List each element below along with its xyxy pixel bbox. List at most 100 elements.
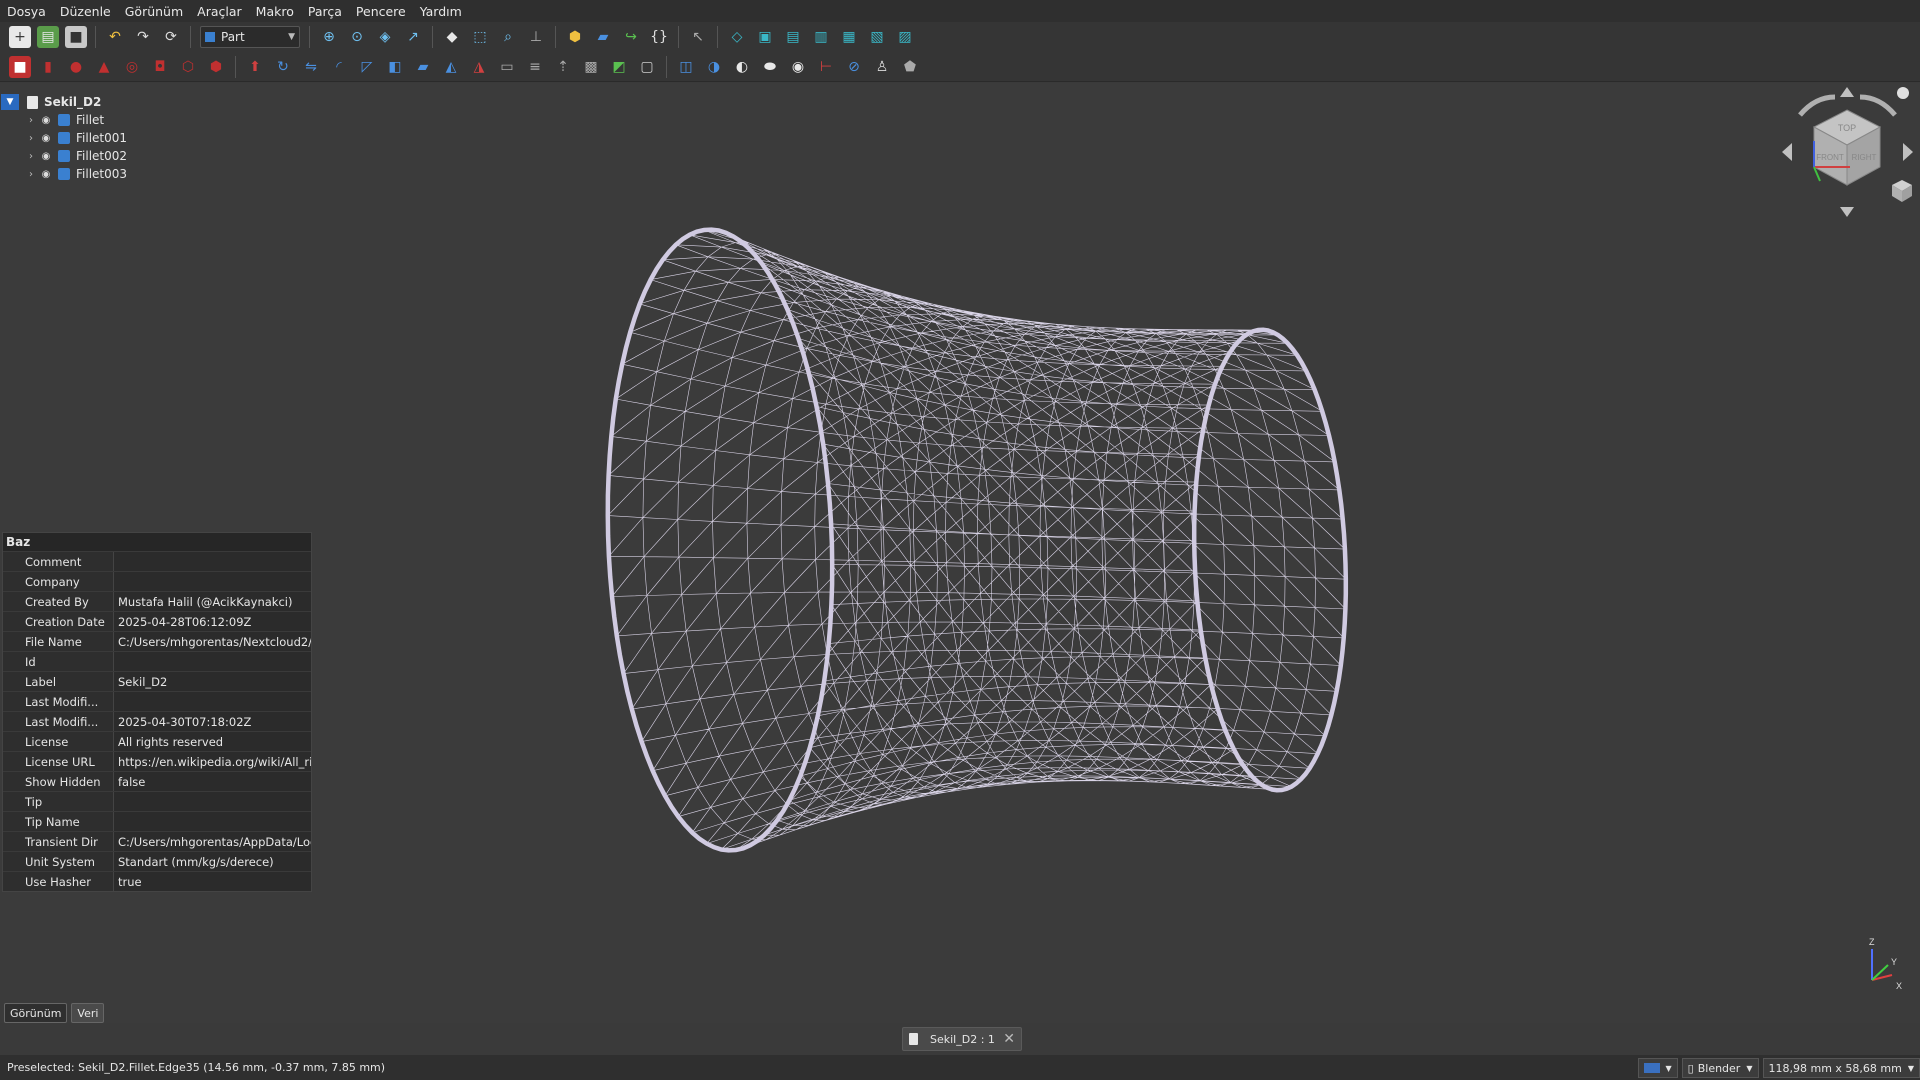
eye-icon[interactable]: ◉ bbox=[38, 169, 54, 180]
fillet-icon[interactable]: ◜ bbox=[328, 56, 350, 78]
property-value[interactable]: 2025-04-28T06:12:09Z bbox=[114, 612, 311, 631]
workbench-selector[interactable]: Part ▼ bbox=[200, 26, 300, 48]
view-bottom-icon[interactable]: ▧ bbox=[866, 26, 888, 48]
property-row[interactable]: Tip bbox=[3, 791, 311, 811]
fit-selection-icon[interactable]: ⊙ bbox=[346, 26, 368, 48]
eye-icon[interactable]: ◉ bbox=[38, 115, 54, 126]
dimension-readout[interactable]: 118,98 mm x 58,68 mm ▼ bbox=[1762, 1058, 1920, 1078]
chevron-right-icon[interactable]: › bbox=[24, 151, 38, 162]
property-value[interactable]: C:/Users/mhgorentas/Nextcloud2/F... bbox=[114, 632, 311, 651]
primitives-icon[interactable]: ⬡ bbox=[177, 56, 199, 78]
view-left-icon[interactable]: ▨ bbox=[894, 26, 916, 48]
tab-gorunum[interactable]: Görünüm bbox=[4, 1003, 68, 1023]
common-icon[interactable]: ◉ bbox=[787, 56, 809, 78]
make-face-icon[interactable]: ◧ bbox=[384, 56, 406, 78]
tube-icon[interactable]: ◘ bbox=[149, 56, 171, 78]
extrude-icon[interactable]: ⬆ bbox=[244, 56, 266, 78]
property-row[interactable]: Last Modifi... 2025-04-30T07:18:02Z bbox=[3, 711, 311, 731]
menu-araclar[interactable]: Araçlar bbox=[190, 4, 249, 19]
box-zoom-icon[interactable]: ⬚ bbox=[469, 26, 491, 48]
property-value[interactable] bbox=[114, 572, 311, 591]
property-row[interactable]: Company bbox=[3, 571, 311, 591]
property-row[interactable]: Created By Mustafa Halil (@AcikKaynakci) bbox=[3, 591, 311, 611]
view-rear-icon[interactable]: ▦ bbox=[838, 26, 860, 48]
tree-item[interactable]: › ◉ Fillet003 bbox=[0, 165, 310, 183]
sphere-icon[interactable]: ● bbox=[65, 56, 87, 78]
group-folder-icon[interactable]: ▰ bbox=[592, 26, 614, 48]
property-row[interactable]: Id bbox=[3, 651, 311, 671]
menu-pencere[interactable]: Pencere bbox=[349, 4, 413, 19]
property-row[interactable]: License URL https://en.wikipedia.org/wiki… bbox=[3, 751, 311, 771]
tab-veri[interactable]: Veri bbox=[71, 1003, 105, 1023]
boolean-icon[interactable]: ◑ bbox=[703, 56, 725, 78]
draw-style-icon[interactable]: ◈ bbox=[374, 26, 396, 48]
view-isometric-icon[interactable]: ◇ bbox=[726, 26, 748, 48]
property-value[interactable] bbox=[114, 692, 311, 711]
cut-icon[interactable]: ◐ bbox=[731, 56, 753, 78]
refresh-icon[interactable]: ⟳ bbox=[160, 26, 182, 48]
defeaturing-icon[interactable]: ⬟ bbox=[899, 56, 921, 78]
color-per-face-icon[interactable]: ▢ bbox=[636, 56, 658, 78]
chevron-right-icon[interactable]: › bbox=[24, 169, 38, 180]
property-value[interactable]: Standart (mm/kg/s/derece) bbox=[114, 852, 311, 871]
tree-item[interactable]: › ◉ Fillet002 bbox=[0, 147, 310, 165]
property-row[interactable]: Label Sekil_D2 bbox=[3, 671, 311, 691]
link-icon[interactable]: ↪ bbox=[620, 26, 642, 48]
property-row[interactable]: Creation Date 2025-04-28T06:12:09Z bbox=[3, 611, 311, 631]
property-value[interactable] bbox=[114, 652, 311, 671]
menu-yardim[interactable]: Yardım bbox=[413, 4, 469, 19]
property-row[interactable]: Show Hidden false bbox=[3, 771, 311, 791]
property-value[interactable]: Mustafa Halil (@AcikKaynakci) bbox=[114, 592, 311, 611]
menu-gorunum[interactable]: Görünüm bbox=[118, 4, 190, 19]
loft-icon[interactable]: ◭ bbox=[440, 56, 462, 78]
property-value[interactable]: All rights reserved bbox=[114, 732, 311, 751]
open-file-icon[interactable]: ▤ bbox=[37, 26, 59, 48]
menu-makro[interactable]: Makro bbox=[249, 4, 301, 19]
property-value[interactable] bbox=[114, 792, 311, 811]
menu-duzenle[interactable]: Düzenle bbox=[53, 4, 118, 19]
sync-view-icon[interactable]: ↗ bbox=[402, 26, 424, 48]
undo-icon[interactable]: ↶ bbox=[104, 26, 126, 48]
property-row[interactable]: License All rights reserved bbox=[3, 731, 311, 751]
property-value[interactable]: C:/Users/mhgorentas/AppData/Loc... bbox=[114, 832, 311, 851]
document-tab[interactable]: Sekil_D2 : 1 ✕ bbox=[902, 1027, 1022, 1051]
navigation-style-button[interactable]: ▯ Blender ▼ bbox=[1681, 1058, 1759, 1078]
close-icon[interactable]: ✕ bbox=[1003, 1031, 1015, 1047]
section-icon[interactable]: ▭ bbox=[496, 56, 518, 78]
eye-icon[interactable]: ◉ bbox=[38, 133, 54, 144]
property-row[interactable]: Tip Name bbox=[3, 811, 311, 831]
menu-parca[interactable]: Parça bbox=[301, 4, 349, 19]
redo-icon[interactable]: ↷ bbox=[132, 26, 154, 48]
fuse-icon[interactable]: ⬬ bbox=[759, 56, 781, 78]
chevron-right-icon[interactable]: › bbox=[24, 115, 38, 126]
thickness-icon[interactable]: ▩ bbox=[580, 56, 602, 78]
fit-all-icon[interactable]: ⊕ bbox=[318, 26, 340, 48]
property-row[interactable]: Transient Dir C:/Users/mhgorentas/AppData… bbox=[3, 831, 311, 851]
revolve-icon[interactable]: ↻ bbox=[272, 56, 294, 78]
isometric-view-icon[interactable]: ◆ bbox=[441, 26, 463, 48]
property-group-header[interactable]: Baz bbox=[3, 533, 311, 551]
ruled-surface-icon[interactable]: ▰ bbox=[412, 56, 434, 78]
property-value[interactable] bbox=[114, 812, 311, 831]
cross-sections-icon[interactable]: ≡ bbox=[524, 56, 546, 78]
new-file-icon[interactable]: + bbox=[9, 26, 31, 48]
shape-builder-icon[interactable]: ⬢ bbox=[205, 56, 227, 78]
measure-icon[interactable]: ⊥ bbox=[525, 26, 547, 48]
tree-item[interactable]: › ◉ Fillet bbox=[0, 111, 310, 129]
collapse-icon[interactable]: ▼ bbox=[1, 94, 19, 110]
chevron-right-icon[interactable]: › bbox=[24, 133, 38, 144]
eye-icon[interactable]: ◉ bbox=[38, 151, 54, 162]
torus-icon[interactable]: ◎ bbox=[121, 56, 143, 78]
property-value[interactable]: https://en.wikipedia.org/wiki/All_rig... bbox=[114, 752, 311, 771]
mirror-icon[interactable]: ⇋ bbox=[300, 56, 322, 78]
offset-icon[interactable]: ⇡ bbox=[552, 56, 574, 78]
cube-icon[interactable]: ■ bbox=[9, 55, 31, 78]
macro-braces-icon[interactable]: {} bbox=[648, 26, 670, 48]
view-mode-button[interactable]: ▼ bbox=[1637, 1058, 1678, 1078]
property-value[interactable]: Sekil_D2 bbox=[114, 672, 311, 691]
sweep-icon[interactable]: ◮ bbox=[468, 56, 490, 78]
join-icon[interactable]: ⊢ bbox=[815, 56, 837, 78]
property-value[interactable]: true bbox=[114, 872, 311, 891]
menu-dosya[interactable]: Dosya bbox=[0, 4, 53, 19]
compound-icon[interactable]: ◫ bbox=[675, 56, 697, 78]
